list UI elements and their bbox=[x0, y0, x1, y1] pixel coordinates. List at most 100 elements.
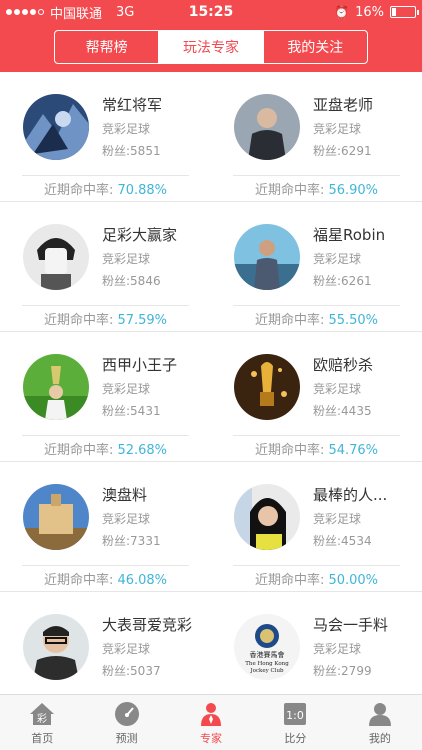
expert-category: 竞彩足球 bbox=[313, 382, 362, 396]
divider bbox=[233, 175, 400, 176]
bottom-tab-home[interactable]: 彩 首页 bbox=[0, 695, 84, 750]
hit-rate-value: 70.88% bbox=[117, 183, 168, 198]
fans-count: 7331 bbox=[130, 534, 161, 548]
hit-rate-value: 50.00% bbox=[328, 573, 379, 588]
avatar[interactable] bbox=[234, 224, 300, 290]
bottom-tab-label: 首页 bbox=[31, 732, 54, 745]
fans-count: 5037 bbox=[130, 664, 161, 678]
hit-rate-value: 52.68% bbox=[117, 443, 168, 458]
expert-row: 大表哥爱竞彩 竞彩足球 粉丝:5037 香港賽馬會 The Hong Kong Jocke… bbox=[0, 592, 422, 694]
bottom-tab-experts[interactable]: 专家 bbox=[169, 695, 253, 750]
divider bbox=[233, 565, 400, 566]
hit-rate-label: 近期命中率: bbox=[43, 183, 118, 198]
avatar[interactable] bbox=[23, 354, 89, 420]
hit-rate-label: 近期命中率: bbox=[254, 443, 329, 458]
battery-icon bbox=[390, 6, 419, 18]
fans-label: 粉丝: bbox=[102, 664, 131, 678]
bottom-tab-label: 预测 bbox=[115, 732, 138, 745]
tab-following[interactable]: 我的关注 bbox=[262, 31, 367, 63]
expert-card[interactable]: 亚盘老师 竞彩足球 粉丝:6291 近期命中率: 56.90% bbox=[211, 72, 422, 201]
user-icon bbox=[368, 703, 391, 726]
avatar[interactable] bbox=[23, 224, 89, 290]
expert-category: 竞彩足球 bbox=[102, 512, 151, 526]
hit-rate-value: 46.08% bbox=[117, 573, 168, 588]
expert-grid: 常红将军 竞彩足球 粉丝:5851 近期命中率: 70.88% 亚盘老师 竞彩足球 粉丝:6… bbox=[0, 72, 422, 694]
avatar[interactable] bbox=[234, 354, 300, 420]
expert-card[interactable]: 大表哥爱竞彩 竞彩足球 粉丝:5037 bbox=[0, 592, 211, 694]
expert-name: 亚盘老师 bbox=[313, 96, 374, 114]
expert-category: 竞彩足球 bbox=[102, 252, 151, 266]
score-icon: 1:0 bbox=[284, 703, 307, 725]
fans-label: 粉丝: bbox=[313, 534, 342, 548]
fans-count: 6291 bbox=[341, 144, 372, 158]
bottom-tab-bar: 彩 首页 预测 专家 1:0 比分 我的 bbox=[0, 694, 422, 750]
hit-rate-value: 55.50% bbox=[328, 313, 379, 328]
expert-name: 大表哥爱竞彩 bbox=[102, 616, 193, 634]
expert-category: 竞彩足球 bbox=[102, 122, 151, 136]
expert-name: 福星Robin bbox=[313, 226, 386, 244]
avatar[interactable] bbox=[234, 94, 300, 160]
fans-label: 粉丝: bbox=[102, 274, 131, 288]
divider bbox=[233, 435, 400, 436]
svg-text:彩: 彩 bbox=[37, 713, 47, 725]
logo-text: 香港賽馬會 bbox=[250, 650, 285, 659]
expert-row: 西甲小王子 竞彩足球 粉丝:5431 近期命中率: 52.68% 欧赔秒杀 竞彩足球 粉丝:… bbox=[0, 332, 422, 462]
fans-label: 粉丝: bbox=[102, 144, 131, 158]
fans-label: 粉丝: bbox=[313, 664, 342, 678]
expert-category: 竞彩足球 bbox=[102, 382, 151, 396]
fans-count: 2799 bbox=[341, 664, 372, 678]
tab-experts[interactable]: 玩法专家 bbox=[158, 31, 263, 63]
fans-label: 粉丝: bbox=[313, 274, 342, 288]
divider bbox=[22, 305, 189, 306]
bottom-tab-score[interactable]: 1:0 比分 bbox=[253, 695, 337, 750]
expert-name: 常红将军 bbox=[102, 96, 163, 114]
hit-rate-label: 近期命中率: bbox=[254, 183, 329, 198]
expert-category: 竞彩足球 bbox=[313, 512, 362, 526]
expert-card[interactable]: 澳盘料 竞彩足球 粉丝:7331 近期命中率: 46.08% bbox=[0, 462, 211, 591]
fans-count: 6261 bbox=[341, 274, 372, 288]
hit-rate-value: 57.59% bbox=[117, 313, 168, 328]
fans-count: 5431 bbox=[130, 404, 161, 418]
avatar[interactable] bbox=[23, 614, 89, 680]
hit-rate-label: 近期命中率: bbox=[43, 313, 118, 328]
expert-card[interactable]: 常红将军 竞彩足球 粉丝:5851 近期命中率: 70.88% bbox=[0, 72, 211, 201]
avatar[interactable] bbox=[23, 94, 89, 160]
avatar[interactable]: 香港賽馬會 The Hong Kong Jockey Club bbox=[234, 614, 300, 680]
bottom-tab-mine[interactable]: 我的 bbox=[338, 695, 422, 750]
gauge-icon bbox=[114, 702, 139, 726]
expert-category: 竞彩足球 bbox=[313, 252, 362, 266]
expert-name: 西甲小王子 bbox=[102, 356, 178, 374]
expert-name: 欧赔秒杀 bbox=[313, 356, 374, 374]
expert-category: 竞彩足球 bbox=[313, 122, 362, 136]
home-icon: 彩 bbox=[30, 703, 55, 725]
fans-count: 4435 bbox=[341, 404, 372, 418]
tab-bangbang[interactable]: 帮帮榜 bbox=[55, 31, 158, 63]
fans-count: 4534 bbox=[341, 534, 372, 548]
expert-row: 足彩大赢家 竞彩足球 粉丝:5846 近期命中率: 57.59% 福星Robin 竞彩足球… bbox=[0, 202, 422, 332]
expert-card[interactable]: 足彩大赢家 竞彩足球 粉丝:5846 近期命中率: 57.59% bbox=[0, 202, 211, 331]
expert-name: 最棒的人... bbox=[313, 486, 388, 504]
expert-category: 竞彩足球 bbox=[313, 642, 362, 656]
avatar[interactable] bbox=[23, 484, 89, 550]
hit-rate-label: 近期命中率: bbox=[254, 313, 329, 328]
carrier-label: 中国联通 bbox=[50, 6, 103, 22]
expert-card[interactable]: 西甲小王子竞彩足球粉丝:5431 近期命中率: 52.68% bbox=[0, 332, 211, 461]
hit-rate-label: 近期命中率: bbox=[43, 443, 118, 458]
fans-count: 5846 bbox=[130, 274, 161, 288]
svg-text:1:0: 1:0 bbox=[287, 709, 305, 722]
hit-rate-value: 54.76% bbox=[328, 443, 379, 458]
expert-card[interactable]: 福星Robin 竞彩足球粉丝:6261 近期命中率: 55.50% bbox=[211, 202, 422, 331]
segmented-tabs: 帮帮榜 玩法专家 我的关注 bbox=[54, 30, 368, 64]
fans-label: 粉丝: bbox=[313, 404, 342, 418]
bottom-tab-predict[interactable]: 预测 bbox=[84, 695, 168, 750]
expert-card[interactable]: 香港賽馬會 The Hong Kong Jockey Club 马会一手料 竞彩足球 粉丝… bbox=[211, 592, 422, 694]
fans-label: 粉丝: bbox=[313, 144, 342, 158]
avatar[interactable] bbox=[234, 484, 300, 550]
bottom-tab-label: 专家 bbox=[200, 732, 223, 745]
signal-icon bbox=[6, 9, 44, 15]
fans-label: 粉丝: bbox=[102, 404, 131, 418]
hit-rate-label: 近期命中率: bbox=[43, 573, 118, 588]
expert-card[interactable]: 最棒的人... 竞彩足球 粉丝:4534 近期命中率: 50.00% bbox=[211, 462, 422, 591]
status-bar: 中国联通 3G 15:25 ⏰ 16% bbox=[0, 0, 422, 24]
expert-card[interactable]: 欧赔秒杀竞彩足球粉丝:4435 近期命中率: 54.76% bbox=[211, 332, 422, 461]
